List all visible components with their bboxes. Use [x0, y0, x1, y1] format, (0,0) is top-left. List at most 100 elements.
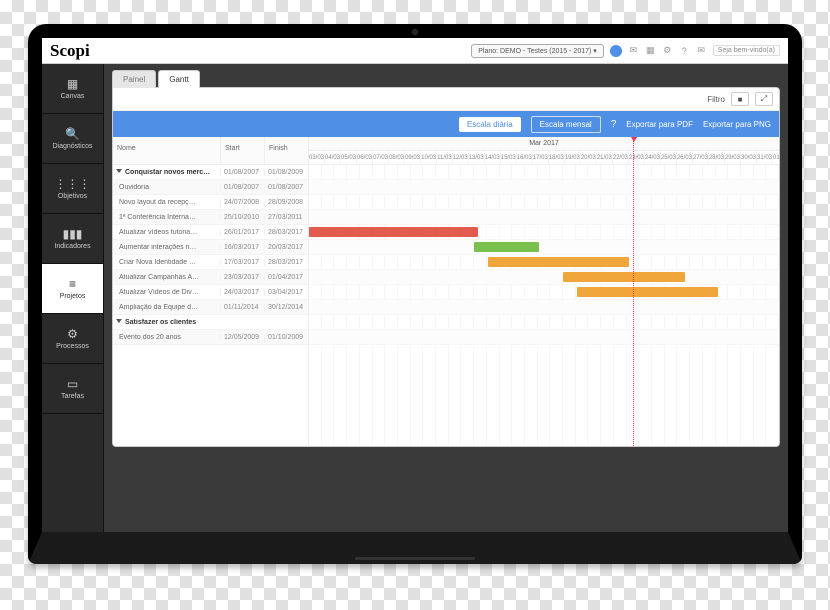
sidebar-item-processos[interactable]: ⚙ Processos [42, 314, 103, 364]
sidebar-item-indicadores[interactable]: ▮▮▮Indicadores [42, 214, 103, 264]
export-png-button[interactable]: Exportar para PNG [703, 120, 771, 129]
sidebar-item-label: Tarefas [61, 393, 84, 400]
gantt-month-header: Mar 2017 [309, 137, 779, 151]
day-cell: 03/03 [309, 151, 325, 164]
task-name: Satisfazer os clientes [113, 319, 220, 326]
bell-icon[interactable]: ✉ [628, 45, 639, 56]
help-icon[interactable]: ? [679, 45, 690, 56]
gantt-bar[interactable] [474, 242, 540, 252]
gantt-chart[interactable]: Mar 2017 03/0304/0305/0306/0307/0308/030… [309, 137, 779, 446]
tab-gantt[interactable]: Gantt [158, 70, 200, 88]
gantt-task-row[interactable]: Criar Nova Identidade …17/03/201728/03/2… [113, 255, 308, 270]
view-toggle-button[interactable]: ■ [731, 92, 749, 106]
tab-painel[interactable]: Painel [112, 70, 156, 88]
plan-selector-button[interactable]: Plano: DEMO - Testes (2015 - 2017) ▾ [471, 44, 604, 58]
scale-daily-button[interactable]: Escala diária [459, 117, 521, 132]
scale-monthly-button[interactable]: Escala mensal [531, 116, 601, 133]
day-cell: 30/03 [741, 151, 757, 164]
sidebar-icon: ▦ [67, 78, 78, 90]
task-name: Atualizar Vídeos de Div… [113, 289, 220, 296]
top-bar: Scopi Plano: DEMO - Testes (2015 - 2017)… [42, 38, 788, 64]
day-cell: 01/04 [773, 151, 779, 164]
task-finish: 28/03/2017 [264, 229, 308, 236]
task-name: Conquistar novos merc… [113, 169, 220, 176]
gantt-task-row[interactable]: 1ª Conferência Interna…25/10/201027/03/2… [113, 210, 308, 225]
task-finish: 30/12/2014 [264, 304, 308, 311]
gantt-task-row[interactable]: Ampliação da Equipe d…01/11/201430/12/20… [113, 300, 308, 315]
gantt-task-row[interactable]: Atualizar Campanhas A…23/03/201701/04/20… [113, 270, 308, 285]
day-cell: 06/03 [357, 151, 373, 164]
day-cell: 13/03 [469, 151, 485, 164]
task-start: 16/03/2017 [220, 244, 264, 251]
day-cell: 21/03 [597, 151, 613, 164]
toolbar-help-icon[interactable]: ? [611, 119, 617, 130]
sidebar-item-label: Objetivos [58, 193, 87, 200]
sidebar-item-diagnósticos[interactable]: 🔍Diagnósticos [42, 114, 103, 164]
gantt-chart-row [309, 285, 779, 300]
sidebar-icon: ⚙ [67, 328, 78, 340]
gantt-task-row[interactable]: Atualizar vídeos tutoria…26/01/201728/03… [113, 225, 308, 240]
gantt-bar[interactable] [563, 272, 685, 282]
day-cell: 04/03 [325, 151, 341, 164]
task-name: Novo layout da recepç… [113, 199, 220, 206]
collapse-caret-icon[interactable] [116, 169, 122, 173]
filter-link[interactable]: Filtro [707, 95, 725, 104]
day-cell: 07/03 [373, 151, 389, 164]
gantt-group-row[interactable]: Conquistar novos merc…01/08/200701/08/20… [113, 165, 308, 180]
export-pdf-button[interactable]: Exportar para PDF [626, 120, 693, 129]
day-cell: 18/03 [549, 151, 565, 164]
user-avatar[interactable] [610, 45, 622, 57]
tabs: PainelGantt [112, 70, 780, 88]
task-finish: 28/09/2008 [264, 199, 308, 206]
col-start-header: Start [220, 137, 264, 164]
gantt-task-row[interactable]: Novo layout da recepç…24/07/200828/09/20… [113, 195, 308, 210]
gantt-bar[interactable] [577, 287, 718, 297]
sidebar-item-objetivos[interactable]: ⋮⋮⋮Objetivos [42, 164, 103, 214]
collapse-caret-icon[interactable] [116, 319, 122, 323]
day-cell: 23/03 [629, 151, 645, 164]
gantt-columns: Nome Start Finish Conquistar novos merc…… [113, 137, 309, 446]
task-name: Ouvidoria [113, 184, 220, 191]
task-finish: 01/10/2009 [264, 334, 308, 341]
sidebar-item-label: Processos [56, 343, 89, 350]
grid-icon[interactable]: ▦ [645, 45, 656, 56]
sidebar-item-projetos[interactable]: ≡Projetos [42, 264, 103, 314]
task-name: Criar Nova Identidade … [113, 259, 220, 266]
day-cell: 20/03 [581, 151, 597, 164]
mail-icon[interactable]: ✉ [696, 45, 707, 56]
gantt-columns-header: Nome Start Finish [113, 137, 308, 165]
task-start: 12/05/2009 [220, 334, 264, 341]
day-cell: 16/03 [517, 151, 533, 164]
gear-icon[interactable]: ⚙ [662, 45, 673, 56]
sidebar-item-tarefas[interactable]: ▭Tarefas [42, 364, 103, 414]
sidebar-icon: 🔍 [65, 128, 80, 140]
gantt-chart-row [309, 210, 779, 225]
task-start: 01/08/2007 [220, 169, 264, 176]
gantt-today-marker [633, 137, 634, 446]
panel-toolbar-top: Filtro ■ ⤢ [113, 88, 779, 111]
task-start: 01/08/2007 [220, 184, 264, 191]
gantt-task-row[interactable]: Ouvidoria01/08/200701/08/2007 [113, 180, 308, 195]
gantt-bar[interactable] [309, 227, 478, 237]
fullscreen-button[interactable]: ⤢ [755, 92, 773, 106]
gantt-task-row[interactable]: Evento dos 20 anos12/05/200901/10/2009 [113, 330, 308, 345]
sidebar-item-canvas[interactable]: ▦ Canvas [42, 64, 103, 114]
gantt-group-row[interactable]: Satisfazer os clientes [113, 315, 308, 330]
day-cell: 27/03 [693, 151, 709, 164]
task-finish: 01/08/2007 [264, 184, 308, 191]
gantt-chart-row [309, 255, 779, 270]
gantt-chart-row [309, 315, 779, 330]
day-cell: 24/03 [645, 151, 661, 164]
day-cell: 31/03 [757, 151, 773, 164]
task-finish: 20/03/2017 [264, 244, 308, 251]
gantt-bar[interactable] [488, 257, 629, 267]
gantt-chart-row [309, 300, 779, 315]
laptop-frame: Scopi Plano: DEMO - Testes (2015 - 2017)… [28, 24, 802, 564]
gantt-task-row[interactable]: Atualizar Vídeos de Div…24/03/201703/04/… [113, 285, 308, 300]
task-name: 1ª Conferência Interna… [113, 214, 220, 221]
sidebar-item-label: Canvas [61, 93, 85, 100]
day-cell: 29/03 [725, 151, 741, 164]
sidebar-item-label: Indicadores [54, 243, 90, 250]
gantt-task-row[interactable]: Aumentar interações n…16/03/201720/03/20… [113, 240, 308, 255]
task-finish: 27/03/2011 [264, 214, 308, 221]
